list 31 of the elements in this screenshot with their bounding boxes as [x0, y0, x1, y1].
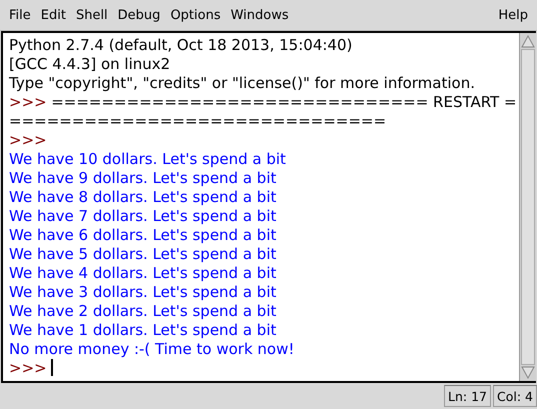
menu-item[interactable]: File [4, 6, 36, 24]
menu-item[interactable]: Shell [70, 6, 113, 24]
menu-item[interactable]: Windows [226, 6, 294, 24]
menu-item[interactable]: Options [165, 6, 226, 24]
program-output: We have 5 dollars. Let's spend a bit [9, 245, 276, 263]
menu-item[interactable]: Help [493, 6, 533, 24]
shell-text: ============================== RESTART = [51, 93, 517, 111]
status-field: Col: 4 [493, 385, 537, 407]
menu-item[interactable]: Debug [112, 6, 166, 24]
program-output: We have 2 dollars. Let's spend a bit [9, 302, 276, 320]
program-output: We have 6 dollars. Let's spend a bit [9, 226, 276, 244]
program-output: We have 4 dollars. Let's spend a bit [9, 264, 276, 282]
program-output: No more money :-( Time to work now! [9, 340, 294, 358]
status-field: Ln: 17 [444, 385, 491, 407]
shell-text: ============================== [9, 112, 386, 130]
shell-prompt: >>> [9, 359, 47, 377]
program-output: We have 8 dollars. Let's spend a bit [9, 188, 276, 206]
shell-prompt: >>> [9, 131, 47, 149]
program-output: We have 3 dollars. Let's spend a bit [9, 283, 276, 301]
program-output: We have 7 dollars. Let's spend a bit [9, 207, 276, 225]
shell-prompt: >>> [9, 93, 47, 111]
program-output: We have 9 dollars. Let's spend a bit [9, 169, 276, 187]
shell-text: Python 2.7.4 (default, Oct 18 2013, 15:04:40) [9, 36, 352, 54]
program-output: We have 10 dollars. Let's spend a bit [9, 150, 286, 168]
shell-text-area[interactable] [3, 33, 519, 381]
shell-text: Type "copyright", "credits" or "license()" for more information. [9, 74, 475, 92]
text-cursor [51, 359, 54, 376]
menu-item[interactable]: Edit [36, 6, 71, 24]
program-output: We have 1 dollars. Let's spend a bit [9, 321, 276, 339]
shell-text: [GCC 4.4.3] on linux2 [9, 55, 170, 73]
scrollbar[interactable] [519, 33, 536, 381]
